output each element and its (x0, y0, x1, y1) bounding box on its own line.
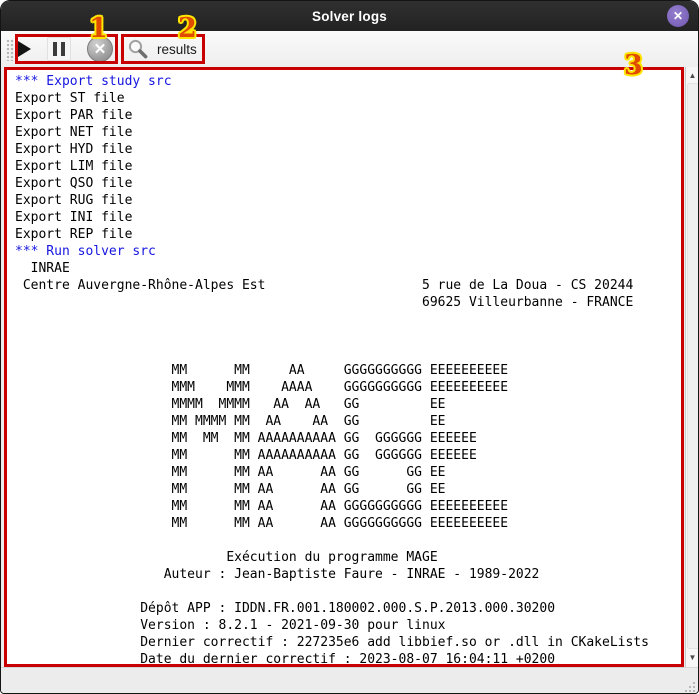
solver-logs-window: Solver logs ✕ ✕ results (0, 0, 699, 694)
log-line: *** Run solver src (15, 243, 681, 260)
scroll-up-icon[interactable]: ▲ (686, 69, 699, 83)
log-line: Export REP file (15, 226, 681, 243)
statusbar (1, 667, 698, 694)
log-line: MM MM AAAAAAAAAA GG GGGGGG EEEEEE (15, 447, 681, 464)
pause-icon (61, 42, 65, 56)
scroll-down-icon[interactable]: ▼ (686, 651, 699, 665)
log-line: Export QSO file (15, 175, 681, 192)
log-line: Export HYD file (15, 141, 681, 158)
log-line: INRAE (15, 260, 681, 277)
log-line: MM MM AA AA GG GG EE (15, 464, 681, 481)
log-line: Export PAR file (15, 107, 681, 124)
log-line: Dernier correctif : 227235e6 add libbief… (15, 634, 681, 651)
log-line: MM MM AA GGGGGGGGGG EEEEEEEEEE (15, 362, 681, 379)
log-line: Centre Auvergne-Rhône-Alpes Est 5 rue de… (15, 277, 681, 294)
annotation-number-3: 3 (624, 52, 643, 79)
log-line: Date du dernier correctif : 2023-08-07 1… (15, 651, 681, 664)
log-line (15, 532, 681, 549)
window-title: Solver logs (312, 9, 387, 24)
log-line: MM MM MM AAAAAAAAAA GG GGGGGG EEEEEE (15, 430, 681, 447)
search-icon (127, 38, 149, 60)
log-line: Export LIM file (15, 158, 681, 175)
pause-solver-button[interactable] (47, 37, 71, 61)
log-line (15, 345, 681, 362)
log-line: Dépôt APP : IDDN.FR.001.180002.000.S.P.2… (15, 600, 681, 617)
annotation-number-1: 1 (89, 15, 108, 42)
log-line: MMM MMM AAAA GGGGGGGGGG EEEEEEEEEE (15, 379, 681, 396)
close-button[interactable]: ✕ (667, 5, 689, 27)
log-line: MM MM AA AA GG GG EE (15, 481, 681, 498)
log-text: *** Export study srcExport ST fileExport… (7, 70, 681, 664)
log-line: Version : 8.2.1 - 2021-09-30 pour linux (15, 617, 681, 634)
log-line: *** Export study src (15, 73, 681, 90)
log-line: MM MM AA AA GGGGGGGGGG EEEEEEEEEE (15, 515, 681, 532)
annotation-number-2: 2 (178, 15, 197, 42)
resize-grip-icon[interactable] (683, 680, 695, 692)
log-line: Export NET file (15, 124, 681, 141)
play-icon (18, 41, 31, 57)
close-icon: ✕ (673, 10, 683, 22)
log-line (15, 328, 681, 345)
run-solver-button[interactable] (18, 41, 31, 57)
log-line: Auteur : Jean-Baptiste Faure - INRAE - 1… (15, 566, 681, 583)
toolbar-drag-handle-icon[interactable] (6, 39, 14, 61)
log-line: Export ST file (15, 90, 681, 107)
solver-log-output[interactable]: *** Export study srcExport ST fileExport… (7, 70, 681, 664)
log-line: MMMM MMMM AA AA GG EE (15, 396, 681, 413)
log-line: Export RUG file (15, 192, 681, 209)
scrollbar-thumb[interactable] (687, 83, 699, 649)
log-line: Export INI file (15, 209, 681, 226)
pause-icon (53, 42, 57, 56)
log-line: Exécution du programme MAGE (15, 549, 681, 566)
vertical-scrollbar[interactable]: ▲ ▼ (685, 67, 699, 667)
log-line (15, 311, 681, 328)
log-line (15, 583, 681, 600)
log-line: 69625 Villeurbanne - FRANCE (15, 294, 681, 311)
log-line: MM MMMM MM AA AA GG EE (15, 413, 681, 430)
log-line: MM MM AA AA GGGGGGGGGG EEEEEEEEEE (15, 498, 681, 515)
